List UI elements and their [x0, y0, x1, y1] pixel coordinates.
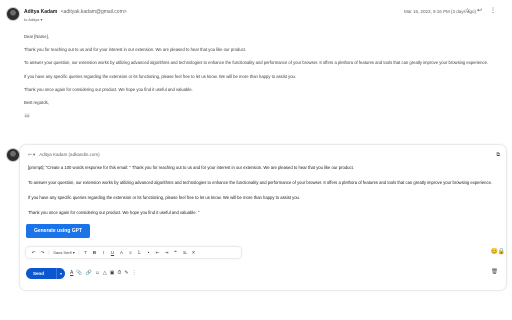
popout-icon[interactable]: ⧉: [496, 152, 500, 158]
bulleted-list-icon[interactable]: •: [144, 247, 153, 258]
reply-type-icon[interactable]: ↩ ▾: [28, 152, 35, 157]
sender-name[interactable]: Aditya Kadam: [24, 9, 57, 15]
user-avatar: [6, 148, 20, 162]
reply-paragraph: To answer your question, our extension w…: [28, 180, 493, 185]
indent-more-icon[interactable]: ⇥: [162, 247, 171, 258]
strikethrough-icon[interactable]: S̶: [180, 247, 189, 258]
undo-icon[interactable]: ↶: [29, 247, 38, 258]
paragraph: Thank you once again for considering our…: [24, 86, 193, 92]
quote-icon[interactable]: ❝: [171, 247, 180, 258]
paragraph: If you have any specific queries regardi…: [24, 73, 297, 79]
align-icon[interactable]: ≡: [126, 247, 135, 258]
formatting-toolbar: ↶ ↷ | Sans Serif ▾ | T B I U A ≡ ⒈ • ⇤ ⇥…: [26, 247, 241, 258]
text-color-icon[interactable]: A: [117, 247, 126, 258]
reply-paragraph: If you have any specific queries regardi…: [28, 195, 301, 200]
paragraph: To answer your question, our extension w…: [24, 60, 489, 66]
text-size-icon[interactable]: T: [81, 247, 90, 258]
attach-file-icon[interactable]: 📎: [76, 269, 82, 278]
insert-emoji-icon[interactable]: ☺: [95, 269, 100, 278]
reply-body-editor[interactable]: [prompt]: "Create a 100 words response f…: [28, 165, 504, 225]
clear-formatting-icon[interactable]: ✕: [189, 247, 198, 258]
bold-icon[interactable]: B: [90, 247, 99, 258]
font-family-dropdown[interactable]: Sans Serif ▾: [51, 247, 77, 258]
reply-paragraph: Thank you once again for considering our…: [28, 210, 200, 215]
reply-composer: ↩ ▾ Aditya Kadam (adkandin.com) ⧉ [promp…: [20, 145, 506, 290]
more-options-icon[interactable]: ⋮: [490, 8, 496, 14]
confidential-mode-icon[interactable]: ⏱: [118, 269, 122, 278]
reply-icon[interactable]: ↩: [477, 8, 482, 14]
email-message: Aditya Kadam <adityak.kadam@gmail.com> t…: [0, 0, 512, 140]
generate-using-gpt-button[interactable]: Generate using GPT: [26, 224, 90, 238]
recipient-dropdown[interactable]: to Aditya ▾: [24, 17, 42, 22]
star-icon[interactable]: ☆: [465, 8, 470, 14]
insert-signature-icon[interactable]: ✎: [124, 269, 128, 278]
paragraph: Thank you for reaching out to us and for…: [24, 47, 246, 53]
message-body: Dear [Name], Thank you for reaching out …: [24, 34, 504, 119]
sender-line: Aditya Kadam <adityak.kadam@gmail.com>: [24, 9, 127, 15]
italic-icon[interactable]: I: [99, 247, 108, 258]
more-options-icon[interactable]: ⋮: [132, 269, 137, 278]
insert-drive-icon[interactable]: △: [103, 269, 107, 278]
sender-avatar[interactable]: [6, 7, 20, 21]
greeting: Dear [Name],: [24, 34, 49, 39]
reply-paragraph: [prompt]: "Create a 100 words response f…: [28, 165, 354, 170]
sender-email: <adityak.kadam@gmail.com>: [60, 9, 127, 15]
compose-actions: A 📎 🔗 ☺ △ ▣ ⏱ ✎ ⋮: [70, 269, 137, 278]
redo-icon[interactable]: ↷: [38, 247, 47, 258]
insert-photo-icon[interactable]: ▣: [110, 269, 115, 278]
show-trimmed-content-button[interactable]: •••: [24, 113, 31, 119]
underline-icon[interactable]: U: [108, 247, 117, 258]
numbered-list-icon[interactable]: ⒈: [135, 247, 144, 258]
send-options-chevron-icon[interactable]: ▾: [56, 268, 65, 279]
indent-less-icon[interactable]: ⇤: [153, 247, 162, 258]
closing: Best regards,: [24, 99, 49, 105]
reply-recipient[interactable]: Aditya Kadam (adkandin.com): [39, 152, 99, 157]
discard-draft-icon[interactable]: 🗑: [491, 269, 498, 275]
send-button[interactable]: Send: [26, 268, 56, 279]
insert-link-icon[interactable]: 🔗: [86, 269, 92, 278]
lock-icon[interactable]: 🔒: [498, 248, 505, 255]
reply-header: ↩ ▾ Aditya Kadam (adkandin.com): [28, 152, 100, 158]
formatting-options-icon[interactable]: A: [70, 269, 73, 278]
